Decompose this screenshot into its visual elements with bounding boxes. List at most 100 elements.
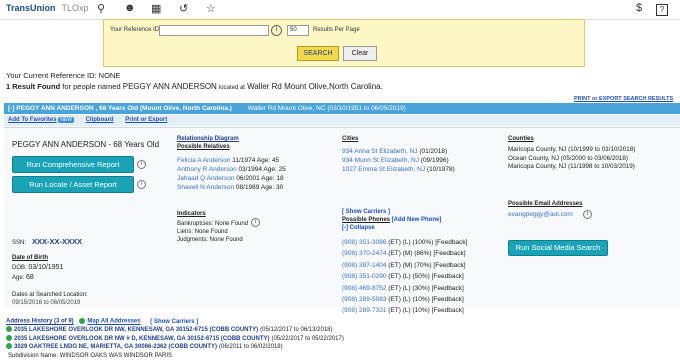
brand-logo[interactable]: TransUnion TLOxp [6,3,89,13]
address-row[interactable]: 2035 LAKESHORE OVERLOOK DR NW, KENNESAW,… [6,326,344,335]
add-favorites-link[interactable]: Add To Favorites [8,117,57,123]
feedback-link[interactable]: [Feedback] [432,285,464,292]
ssn-value: XXX-XX-XXXX [31,237,82,246]
searched-location: Waller Rd Mount Olive,North Carolina. [247,82,383,91]
star-icon[interactable]: ☆ [206,2,216,15]
search-icon[interactable]: ⚲ [97,2,105,15]
result-count: 1 Result Found [6,82,61,91]
phone-row[interactable]: (908) 370-2474 (ET) (M) (86%) [Feedback] [342,248,467,259]
address-text[interactable]: 3029 OAKTREE LNDG NE, MARIETTA, GA 30066… [14,344,217,350]
phone-row[interactable]: (908) 397-1404 (ET) (M) (70%) [Feedback] [342,260,467,271]
relative-name[interactable]: Shavell N Anderson [177,184,234,191]
grid-icon[interactable]: ▦ [151,2,161,15]
search-panel: Your Reference ID: i 50 Results Per Page… [103,19,585,67]
phone-row[interactable]: (908) 351-3086 (ET) (L) (100%) [Feedback… [342,237,467,248]
relative-row[interactable]: Jahaad Q Anderson 06/2001 Age: 18 [177,174,286,183]
history-icon[interactable]: ↺ [179,2,188,15]
address-show-carriers-link[interactable]: [ Show Carriers ] [150,319,198,325]
phone-row[interactable]: (908) 289-5083 (ET) (L) (10%) [Feedback] [342,294,467,305]
relative-row[interactable]: Shavell N Anderson 08/1989 Age: 30 [177,183,286,192]
info-icon[interactable]: i [583,210,592,219]
info-icon[interactable]: i [137,160,146,169]
people-icon[interactable]: ☻ [124,2,136,14]
city-row[interactable]: 1027 Emma St Elizabeth, NJ (10/1978) [342,165,455,174]
brand-name: TransUnion [6,3,56,13]
print-export-link[interactable]: Print or Export [125,117,167,123]
phone-number[interactable]: (908) 351-3086 [342,239,386,246]
phone-row[interactable]: (908) 469-8752 (ET) (L) (30%) [Feedback] [342,283,467,294]
phone-row[interactable]: (908) 351-0290 (ET) (L) (50%) [Feedback] [342,271,467,282]
possible-relatives-heading: Possible Relatives [177,144,230,150]
info-icon[interactable]: i [251,218,260,227]
emails-heading: Possible Email Addresses [508,201,583,207]
address-row[interactable]: 2035 LAKESHORE OVERLOOK DR NW # D, KENNE… [6,334,344,344]
map-all-link[interactable]: Map All Addresses [87,319,140,325]
show-carriers-link[interactable]: [ Show Carriers ] [342,209,390,215]
phone-meta: (ET) (L) (50%) [388,273,430,281]
dollar-icon[interactable]: $ [636,2,642,14]
clear-button[interactable]: Clear [343,46,377,61]
feedback-link[interactable]: [Feedback] [432,296,464,303]
county-row: Maricopa County, NJ (11/1998 to 10/03/20… [508,163,635,170]
age-row: Age: 68 [12,274,34,281]
feedback-link[interactable]: [Feedback] [432,273,464,280]
print-export-results-link[interactable]: PRINT or EXPORT SEARCH RESULTS [574,96,673,102]
phone-number[interactable]: (908) 351-0290 [342,273,386,280]
clipboard-link[interactable]: Clipboard [86,117,114,123]
address-text[interactable]: 2035 LAKESHORE OVERLOOK DR NW, KENNESAW,… [14,327,258,333]
phone-number[interactable]: (908) 289-7331 [342,307,386,314]
locate-asset-report-button[interactable]: Run Locate / Asset Report [12,176,134,193]
relationship-diagram-link[interactable]: Relationship Diagram [177,136,239,142]
city-name[interactable]: 934 Anna St Elizabeth, NJ [342,148,418,155]
relative-age: Age: 25 [263,166,286,173]
address-text[interactable]: 2035 LAKESHORE OVERLOOK DR NW # D, KENNE… [14,336,270,342]
city-name[interactable]: 934 Munn St Elizabeth, NJ [342,157,419,164]
phone-meta: (ET) (M) (86%) [388,250,432,258]
feedback-link[interactable]: [Feedback] [435,239,467,246]
phone-number[interactable]: (908) 397-1404 [342,262,386,269]
address-history-heading[interactable]: Address History (3 of 9) [6,319,74,325]
comprehensive-report-button[interactable]: Run Comprehensive Report [12,156,134,173]
indicator-judgments: Judgments: None Found [177,237,243,243]
feedback-link[interactable]: [Feedback] [433,262,465,269]
county-row: Maricopa County, NJ (10/1999 to 03/10/20… [508,146,636,153]
age-label: Age: [12,275,25,281]
phone-meta: (ET) (M) (70%) [388,261,432,269]
phone-meta: (ET) (L) (10%) [388,307,430,315]
relative-name[interactable]: Anthony R Anderson [177,166,237,173]
info-icon[interactable]: i [137,180,146,189]
map-icon [79,318,86,324]
relative-name[interactable]: Jahaad Q Anderson [177,175,234,182]
phone-row[interactable]: (908) 289-7331 (ET) (L) (10%) [Feedback] [342,305,467,316]
search-button[interactable]: SEARCH [297,46,339,61]
social-media-search-button[interactable]: Run Social Media Search [508,240,608,256]
relative-row[interactable]: Felicia A Anderson 11/1974 Age: 45 [177,156,286,165]
collapse-phones-link[interactable]: [-] Collapse [342,225,375,231]
indicators-heading: Indicators [177,211,206,217]
email-value[interactable]: evangpeggy@aol.com [508,211,573,218]
result-header[interactable]: [-] PEGGY ANN ANDERSON , 68 Years Old (M… [4,103,680,114]
relative-dob: 11/1974 [232,157,256,164]
feedback-link[interactable]: [Feedback] [433,250,465,257]
phone-number[interactable]: (908) 370-2474 [342,250,386,257]
city-row[interactable]: 934 Anna St Elizabeth, NJ (01/2018) [342,147,455,156]
city-row[interactable]: 934 Munn St Elizabeth, NJ (09/1996) [342,156,455,165]
phone-number[interactable]: (908) 469-8752 [342,285,386,292]
address-row[interactable]: 3029 OAKTREE LNDG NE, MARIETTA, GA 30066… [6,343,344,352]
results-per-page-select[interactable]: 50 [287,25,309,36]
relative-name[interactable]: Felicia A Anderson [177,157,230,164]
reference-id-input[interactable] [159,25,269,36]
city-dates: (09/1996) [420,157,449,164]
info-icon[interactable]: i [271,25,282,36]
results-per-page-label: Results Per Page [313,27,360,33]
relative-age: Age: 45 [256,157,280,164]
result-header-title: [-] PEGGY ANN ANDERSON , 68 Years Old (M… [8,105,232,112]
city-name[interactable]: 1027 Emma St Elizabeth, NJ [342,166,425,173]
relative-row[interactable]: Anthony R Anderson 03/1994 Age: 25 [177,165,286,174]
phone-number[interactable]: (908) 289-5083 [342,296,386,303]
dob-heading: Date of Birth [12,255,48,261]
phone-meta: (ET) (L) (100%) [388,239,434,246]
help-icon[interactable]: ? [656,4,668,16]
feedback-link[interactable]: [Feedback] [432,307,464,314]
add-phone-link[interactable]: [Add New Phone] [392,217,442,223]
